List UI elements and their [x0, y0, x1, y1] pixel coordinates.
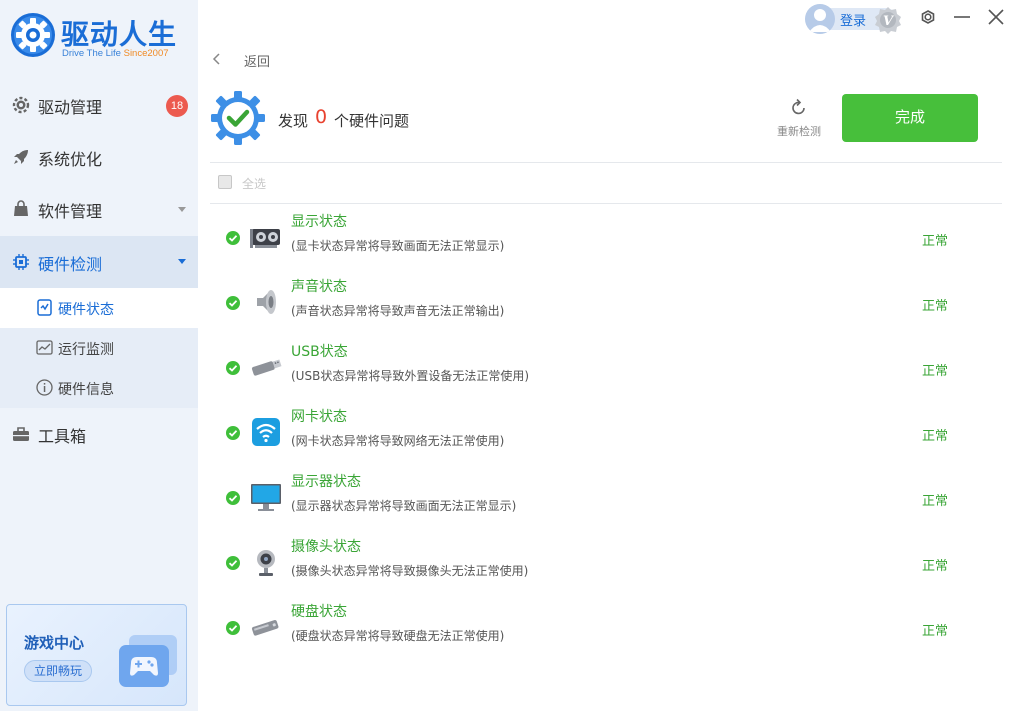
- check-gear-icon: [211, 91, 265, 145]
- rescan-button[interactable]: 重新检测: [770, 96, 828, 140]
- hardware-desc: (显卡状态异常将导致画面无法正常显示): [291, 239, 505, 253]
- login-link[interactable]: 登录: [840, 10, 866, 29]
- graphics-card-icon: [250, 229, 280, 248]
- rocket-icon: [14, 150, 28, 164]
- hardware-status-icon: [37, 299, 52, 316]
- sidebar-item-software-management[interactable]: 软件管理: [0, 183, 198, 235]
- minimize-icon[interactable]: [952, 7, 972, 27]
- hardware-row-network: 网卡状态 (网卡状态异常将导致网络无法正常使用) 正常: [210, 399, 1002, 464]
- rescan-label: 重新检测: [777, 125, 821, 138]
- gamepad-icon: [119, 635, 177, 687]
- app-subtitle-text: Drive The Life: [62, 48, 121, 59]
- sidebar-item-system-optimize[interactable]: 系统优化: [0, 131, 198, 183]
- logo-gear-icon: [11, 13, 55, 57]
- problem-count: 0: [315, 106, 328, 128]
- hardware-row-sound: 声音状态 (声音状态异常将导致声音无法正常输出) 正常: [210, 269, 1002, 334]
- user-icon: [805, 4, 835, 34]
- hardware-desc: (声音状态异常将导致声音无法正常输出): [291, 304, 505, 318]
- close-icon[interactable]: [986, 7, 1006, 27]
- hardware-desc: (硬盘状态异常将导致硬盘无法正常使用): [291, 629, 505, 643]
- toolbox-icon: [13, 427, 29, 441]
- hardware-row-hard-disk: 硬盘状态 (硬盘状态异常将导致硬盘无法正常使用) 正常: [210, 594, 1002, 659]
- check-circle-icon: [226, 556, 240, 570]
- hardware-desc: (USB状态异常将导致外置设备无法正常使用): [291, 369, 529, 383]
- webcam-icon: [257, 550, 275, 576]
- app-logo: 驱动人生 Drive The Life Since2007: [10, 10, 195, 62]
- settings-gear-icon[interactable]: [918, 7, 938, 27]
- game-center-card[interactable]: 游戏中心 立即畅玩: [6, 604, 187, 706]
- found-prefix: 发现: [278, 112, 309, 130]
- play-now-button[interactable]: 立即畅玩: [24, 660, 92, 682]
- sidebar-subitem-label: 运行监测: [58, 342, 114, 358]
- bag-icon: [14, 200, 28, 216]
- hardware-status: 正常: [922, 624, 949, 639]
- sidebar: 驱动人生 Drive The Life Since2007 驱动管理 18 系统…: [0, 0, 198, 711]
- sidebar-item-label: 系统优化: [38, 150, 103, 169]
- hardware-name: 显示器状态: [291, 474, 361, 490]
- chip-icon: [13, 254, 29, 270]
- sidebar-item-label: 驱动管理: [38, 98, 103, 117]
- chevron-down-icon: [178, 207, 186, 212]
- hardware-status: 正常: [922, 559, 949, 574]
- divider: [210, 162, 1002, 163]
- refresh-icon: [792, 98, 805, 115]
- hardware-row-usb: USB状态 (USB状态异常将导致外置设备无法正常使用) 正常: [210, 334, 1002, 399]
- hardware-name: 硬盘状态: [291, 604, 347, 620]
- info-icon: [36, 379, 53, 396]
- sidebar-item-label: 软件管理: [38, 202, 103, 221]
- check-circle-icon: [226, 621, 240, 635]
- hardware-name: 摄像头状态: [291, 539, 361, 555]
- hardware-name: USB状态: [291, 344, 348, 360]
- sidebar-subitem-label: 硬件信息: [58, 382, 114, 398]
- check-circle-icon: [226, 426, 240, 440]
- gear-icon: [12, 96, 30, 114]
- hard-disk-icon: [251, 620, 279, 636]
- monitor-icon: [251, 484, 281, 511]
- hardware-desc: (显示器状态异常将导致画面无法正常显示): [291, 499, 517, 513]
- usb-icon: [251, 359, 282, 376]
- app-title: 驱动人生: [61, 18, 178, 51]
- sidebar-subitem-hardware-info[interactable]: 硬件信息: [0, 368, 198, 408]
- chevron-left-icon[interactable]: [210, 52, 224, 66]
- hardware-status: 正常: [922, 234, 949, 249]
- check-circle-icon: [226, 231, 240, 245]
- select-all-label: 全选: [242, 177, 267, 191]
- sidebar-subitem-runtime-monitor[interactable]: 运行监测: [0, 328, 198, 368]
- done-button[interactable]: 完成: [842, 94, 978, 142]
- app-subtitle-since: Since2007: [123, 48, 169, 59]
- hardware-name: 网卡状态: [291, 409, 347, 425]
- check-circle-icon: [226, 361, 240, 375]
- avatar[interactable]: [805, 4, 835, 34]
- sidebar-item-hardware-detection[interactable]: 硬件检测: [0, 236, 198, 288]
- driver-update-badge: 18: [166, 95, 188, 117]
- sidebar-item-label: 硬件检测: [38, 255, 103, 274]
- vip-badge-icon[interactable]: V: [874, 6, 902, 34]
- check-circle-icon: [226, 491, 240, 505]
- hardware-row-webcam: 摄像头状态 (摄像头状态异常将导致摄像头无法正常使用) 正常: [210, 529, 1002, 594]
- monitor-chart-icon: [36, 340, 53, 355]
- hardware-row-display: 显示状态 (显卡状态异常将导致画面无法正常显示) 正常: [210, 204, 1002, 269]
- hardware-name: 声音状态: [291, 279, 347, 295]
- hardware-status: 正常: [922, 364, 949, 379]
- sidebar-subitem-label: 硬件状态: [58, 302, 114, 318]
- found-suffix: 个硬件问题: [334, 112, 410, 130]
- check-circle-icon: [226, 296, 240, 310]
- back-link[interactable]: 返回: [244, 51, 270, 70]
- app-subtitle: Drive The Life Since2007: [62, 48, 169, 59]
- chevron-down-icon: [178, 259, 186, 264]
- speaker-icon: [257, 290, 276, 314]
- hardware-row-monitor: 显示器状态 (显示器状态异常将导致画面无法正常显示) 正常: [210, 464, 1002, 529]
- hardware-status: 正常: [922, 494, 949, 509]
- hardware-status: 正常: [922, 429, 949, 444]
- hardware-desc: (网卡状态异常将导致网络无法正常使用): [291, 434, 505, 448]
- sidebar-subitem-hardware-status[interactable]: 硬件状态: [0, 288, 198, 328]
- hardware-name: 显示状态: [291, 214, 347, 230]
- hardware-status: 正常: [922, 299, 949, 314]
- sidebar-item-toolbox[interactable]: 工具箱: [0, 408, 198, 460]
- game-center-title: 游戏中心: [24, 634, 85, 652]
- wifi-icon: [252, 418, 280, 446]
- sidebar-item-label: 工具箱: [38, 427, 87, 446]
- select-all-checkbox[interactable]: [218, 175, 232, 189]
- hardware-desc: (摄像头状态异常将导致摄像头无法正常使用): [291, 564, 529, 578]
